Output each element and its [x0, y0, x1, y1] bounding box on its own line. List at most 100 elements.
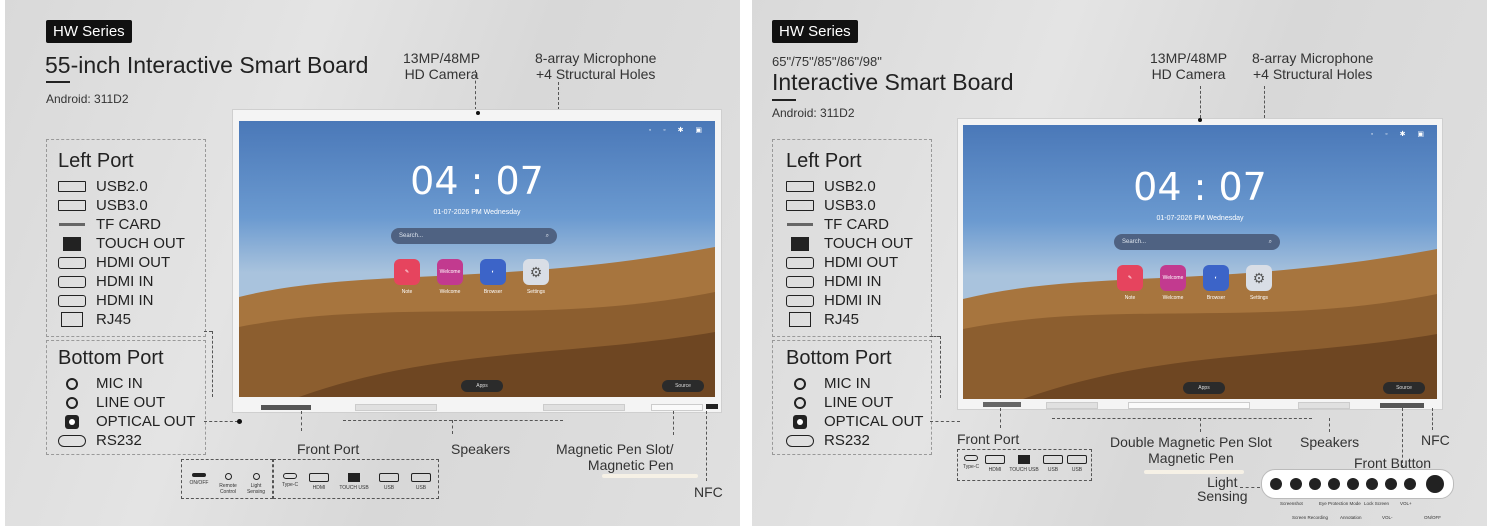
power-icon: [192, 473, 206, 477]
port-item: LINE OUT: [58, 393, 165, 412]
screen-clock: 04 : 07: [410, 159, 544, 203]
fp-label: HDMI: [312, 485, 326, 491]
title-underline: [46, 81, 70, 83]
hdmi-icon: [786, 275, 814, 288]
smart-board: ◦ ◦ ✱ ▣ 04 : 07 01-07-2026 PM Wednesday …: [957, 118, 1443, 410]
port-item: OPTICAL OUT: [786, 412, 923, 431]
volume-down-button[interactable]: [1385, 478, 1397, 490]
lock-screen-button[interactable]: [1366, 478, 1378, 490]
smart-board: ◦ ◦ ✱ ▣ 04 : 07 01-07-2026 PM Wednesday …: [232, 109, 722, 413]
app-welcome[interactable]: Welcome Welcome: [435, 259, 465, 295]
front-port-item: TOUCH USB: [1007, 455, 1041, 473]
search-placeholder: Search...: [1122, 239, 1147, 245]
android-version: Android: 311D2: [772, 106, 855, 120]
light-sensor-icon: [252, 473, 260, 480]
annotation-button[interactable]: [1347, 478, 1359, 490]
camera-line-2: HD Camera: [404, 66, 479, 82]
port-label: HDMI IN: [96, 292, 154, 309]
volume-up-button[interactable]: [1404, 478, 1416, 490]
light-sensor: Light Sensing: [242, 473, 270, 495]
app-label: Settings: [526, 289, 546, 295]
microphone-line-2: +4 Structural Holes: [1252, 66, 1373, 82]
speaker-grille: [355, 404, 437, 411]
app-note[interactable]: ✎ Note: [1115, 265, 1145, 301]
front-port-item: Type-C: [959, 455, 983, 470]
hdmi-icon: [58, 256, 86, 269]
microphone-leader: [1264, 86, 1265, 118]
pen-slot: [651, 404, 703, 411]
search-icon: ⌕: [1268, 238, 1272, 245]
camera-callout: 13MP/48MP HD Camera: [1150, 50, 1227, 82]
port-label: TF CARD: [824, 216, 889, 233]
app-browser[interactable]: ◐ Browser: [478, 259, 508, 295]
button-label: Lock Screen: [1364, 501, 1390, 506]
screen-search-bar[interactable]: Search... ⌕: [1114, 234, 1280, 250]
fp-label: TOUCH USB: [1009, 467, 1039, 473]
button-label: Annotation: [1340, 515, 1362, 520]
front-port-item: USB: [1041, 455, 1065, 473]
front-port-item: TOUCH USB: [335, 473, 373, 491]
port-item: TOUCH OUT: [786, 234, 913, 253]
source-button[interactable]: Source: [1383, 382, 1425, 394]
optical-icon: [58, 414, 86, 429]
port-label: HDMI IN: [96, 273, 154, 290]
screen-date: 01-07-2026 PM Wednesday: [1156, 215, 1244, 222]
app-note[interactable]: ✎ Note: [392, 259, 422, 295]
usb-icon: [786, 180, 814, 193]
gear-icon: ⚙: [1246, 265, 1272, 291]
camera-callout: 13MP/48MP HD Camera: [403, 50, 480, 82]
speaker-grille: [543, 404, 625, 411]
port-item: RS232: [58, 431, 142, 450]
usb-icon: [58, 180, 86, 193]
size-options: 65"/75"/85"/86"/98": [772, 54, 882, 69]
page-title: 55-inch Interactive Smart Board: [45, 52, 369, 78]
app-browser[interactable]: ◐ Browser: [1201, 265, 1231, 301]
left-port-leader-v: [212, 331, 213, 397]
front-port-item: HDMI: [303, 473, 335, 491]
apps-button[interactable]: Apps: [461, 380, 503, 392]
remote-control: Remote Control: [214, 473, 242, 495]
light-sensor-icon: [1270, 478, 1282, 490]
left-port-title: Left Port: [58, 150, 134, 172]
hdmi-icon: [786, 294, 814, 307]
optical-icon: [786, 414, 814, 429]
eye-protection-button[interactable]: [1328, 478, 1340, 490]
app-label: Browser: [1206, 295, 1226, 301]
screen-search-bar[interactable]: Search... ⌕: [391, 228, 557, 244]
fp-label: Light Sensing: [246, 483, 266, 495]
audio-jack-icon: [58, 396, 86, 409]
search-placeholder: Search...: [399, 233, 424, 239]
usb-icon: [58, 199, 86, 212]
gear-icon: ⚙: [523, 259, 549, 285]
fp-label: HDMI: [988, 467, 1002, 473]
touch-usb-icon: [348, 473, 360, 482]
source-button[interactable]: Source: [662, 380, 704, 392]
apps-button[interactable]: Apps: [1183, 382, 1225, 394]
rs232-icon: [786, 434, 814, 447]
port-item: TF CARD: [58, 215, 161, 234]
status-bar: ◦ ◦ ✱ ▣: [648, 127, 707, 134]
speakers-leader: [1329, 418, 1330, 432]
title-underline: [772, 99, 796, 101]
pen-line-2: Magnetic Pen: [587, 457, 674, 473]
power-button[interactable]: [1426, 475, 1444, 493]
screen-dune: [239, 247, 715, 397]
app-label: Browser: [483, 289, 503, 295]
left-port-leader: [930, 336, 940, 337]
screenshot-button[interactable]: [1290, 478, 1302, 490]
app-label: Note: [401, 289, 413, 295]
clock-minutes: 07: [495, 159, 544, 203]
port-item: OPTICAL OUT: [58, 412, 195, 431]
light-line-2: Sensing: [1197, 488, 1248, 504]
bottom-port-dot: [237, 419, 242, 424]
pen-line-1: Double Magnetic Pen Slot: [1110, 434, 1272, 450]
port-label: RS232: [96, 432, 142, 449]
screen-recording-button[interactable]: [1309, 478, 1321, 490]
speakers-leader: [452, 420, 453, 434]
audio-jack-icon: [786, 377, 814, 390]
app-settings[interactable]: ⚙ Settings: [1244, 265, 1274, 301]
app-welcome[interactable]: Welcome Welcome: [1158, 265, 1188, 301]
app-settings[interactable]: ⚙ Settings: [521, 259, 551, 295]
port-label: HDMI OUT: [96, 254, 171, 271]
usb-icon: [1067, 455, 1087, 464]
